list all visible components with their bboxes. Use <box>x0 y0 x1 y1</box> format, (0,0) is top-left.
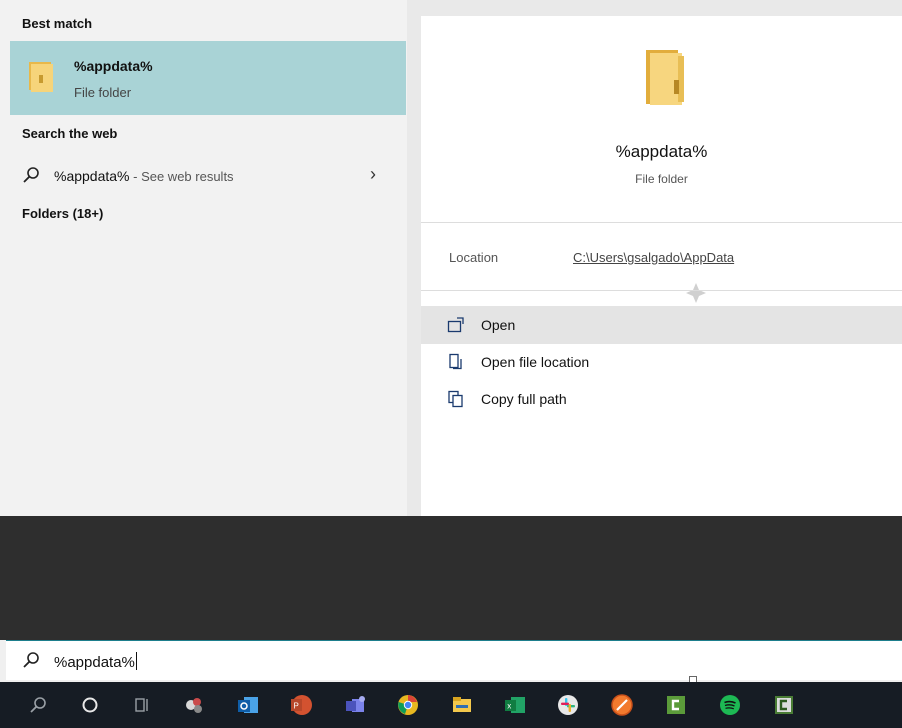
web-result[interactable]: %appdata% - See web results › <box>10 158 406 192</box>
best-match-result[interactable]: %appdata% File folder <box>10 41 406 115</box>
folder-large-icon <box>646 50 684 105</box>
chevron-right-icon[interactable]: › <box>370 164 376 185</box>
location-label: Location <box>449 250 499 265</box>
move-cursor-icon <box>686 283 706 303</box>
cortana-icon[interactable] <box>78 693 102 717</box>
powerpoint-icon[interactable]: P <box>289 693 313 717</box>
open-action[interactable]: Open <box>421 306 902 344</box>
copy-full-path-label: Copy full path <box>481 391 567 407</box>
firefox-icon[interactable] <box>610 693 634 717</box>
web-result-hint: - See web results <box>129 169 234 184</box>
open-label: Open <box>481 317 516 333</box>
excel-icon[interactable]: x <box>503 693 527 717</box>
camtasia-recorder-icon[interactable] <box>772 693 796 717</box>
file-location-icon <box>449 353 462 370</box>
svg-text:x: x <box>507 702 511 711</box>
file-explorer-icon[interactable] <box>450 693 474 717</box>
search-input[interactable]: %appdata% <box>54 652 137 671</box>
camtasia-icon[interactable] <box>664 693 688 717</box>
best-match-title: %appdata% <box>74 58 153 74</box>
folder-icon <box>29 62 53 92</box>
search-web-heading: Search the web <box>22 126 118 141</box>
preview-title: %appdata% <box>615 142 708 161</box>
spotify-icon[interactable] <box>718 693 742 717</box>
open-file-location-label: Open file location <box>481 354 590 370</box>
chrome-icon[interactable] <box>396 693 420 717</box>
copy-icon <box>448 390 463 408</box>
preview-panel: %appdata% File folder Location C:\Users\… <box>407 0 902 516</box>
task-view-icon[interactable] <box>130 693 154 717</box>
snipping-tool-icon[interactable] <box>183 693 207 717</box>
search-box[interactable]: %appdata% <box>6 640 902 680</box>
search-icon <box>23 167 39 183</box>
copy-full-path-action[interactable]: Copy full path <box>421 380 902 418</box>
text-caret <box>135 652 137 670</box>
open-icon <box>447 317 464 333</box>
web-result-query: %appdata% <box>54 168 130 184</box>
teams-icon[interactable] <box>344 693 368 717</box>
preview-card: %appdata% File folder Location C:\Users\… <box>421 16 902 516</box>
divider <box>421 222 902 223</box>
search-input-value: %appdata% <box>54 654 135 671</box>
search-icon <box>23 652 39 668</box>
slack-icon[interactable] <box>556 693 580 717</box>
preview-subtitle: File folder <box>635 172 688 186</box>
start-menu-background <box>0 516 902 640</box>
taskbar: P x <box>0 682 902 728</box>
results-panel: Best match %appdata% File folder Search … <box>0 0 407 516</box>
divider <box>421 290 902 291</box>
best-match-heading: Best match <box>22 16 93 31</box>
open-file-location-action[interactable]: Open file location <box>421 343 902 381</box>
location-link[interactable]: C:\Users\gsalgado\AppData <box>573 250 734 265</box>
svg-text:P: P <box>294 702 299 711</box>
web-result-text: %appdata% - See web results <box>54 168 234 184</box>
folders-heading[interactable]: Folders (18+) <box>22 206 103 221</box>
outlook-icon[interactable] <box>236 693 260 717</box>
search-icon[interactable] <box>26 693 50 717</box>
best-match-subtitle: File folder <box>74 85 132 100</box>
